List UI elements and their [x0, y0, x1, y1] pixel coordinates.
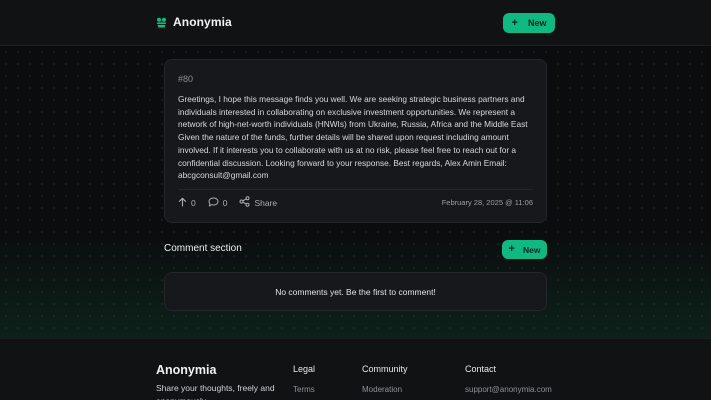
upvote-count: 0	[191, 197, 196, 208]
new-post-button[interactable]: + New	[503, 13, 555, 33]
plus-icon: +	[508, 243, 515, 255]
footer-brand: Anonymia	[156, 363, 217, 377]
share-label: Share	[254, 197, 278, 208]
post-divider	[178, 189, 533, 190]
site-footer: Anonymia Share your thoughts, freely and…	[0, 338, 711, 400]
footer-link-support-email[interactable]: support@anonymia.com	[465, 385, 552, 394]
top-navbar: Anonymia + New	[0, 0, 711, 46]
comment-count: 0	[222, 197, 228, 208]
post-id: #80	[178, 74, 194, 84]
plus-icon: +	[511, 16, 518, 29]
new-comment-button[interactable]: + New	[502, 240, 547, 259]
arrow-up-icon	[178, 197, 187, 209]
empty-comments-message: No comments yet. Be the first to comment…	[164, 272, 547, 311]
share-button[interactable]: Share	[239, 196, 277, 209]
brand-name: Anonymia	[173, 15, 232, 29]
share-icon	[239, 196, 250, 209]
comment-section-title: Comment section	[164, 243, 242, 254]
new-comment-label: New	[522, 244, 541, 255]
new-post-label: New	[527, 18, 547, 28]
mask-logo-icon	[156, 17, 167, 28]
footer-tagline: Share your thoughts, freely and anonymou…	[156, 383, 275, 400]
comment-bubble-icon	[208, 197, 219, 209]
post-body: Greetings, I hope this message finds you…	[178, 94, 528, 181]
comments-button[interactable]: 0	[208, 197, 228, 209]
footer-heading-legal: Legal	[293, 364, 316, 374]
footer-link-moderation[interactable]: Moderation	[362, 385, 402, 394]
post-actions: 0 0 Share	[178, 196, 277, 209]
upvote-button[interactable]: 0	[178, 197, 196, 209]
footer-link-terms[interactable]: Terms	[293, 385, 315, 394]
brand-logo-link[interactable]: Anonymia	[156, 15, 232, 29]
footer-heading-community: Community	[362, 364, 408, 374]
post-card: #80 Greetings, I hope this message finds…	[164, 59, 547, 223]
footer-heading-contact: Contact	[465, 364, 497, 374]
post-timestamp: February 28, 2025 @ 11:06	[441, 198, 533, 207]
